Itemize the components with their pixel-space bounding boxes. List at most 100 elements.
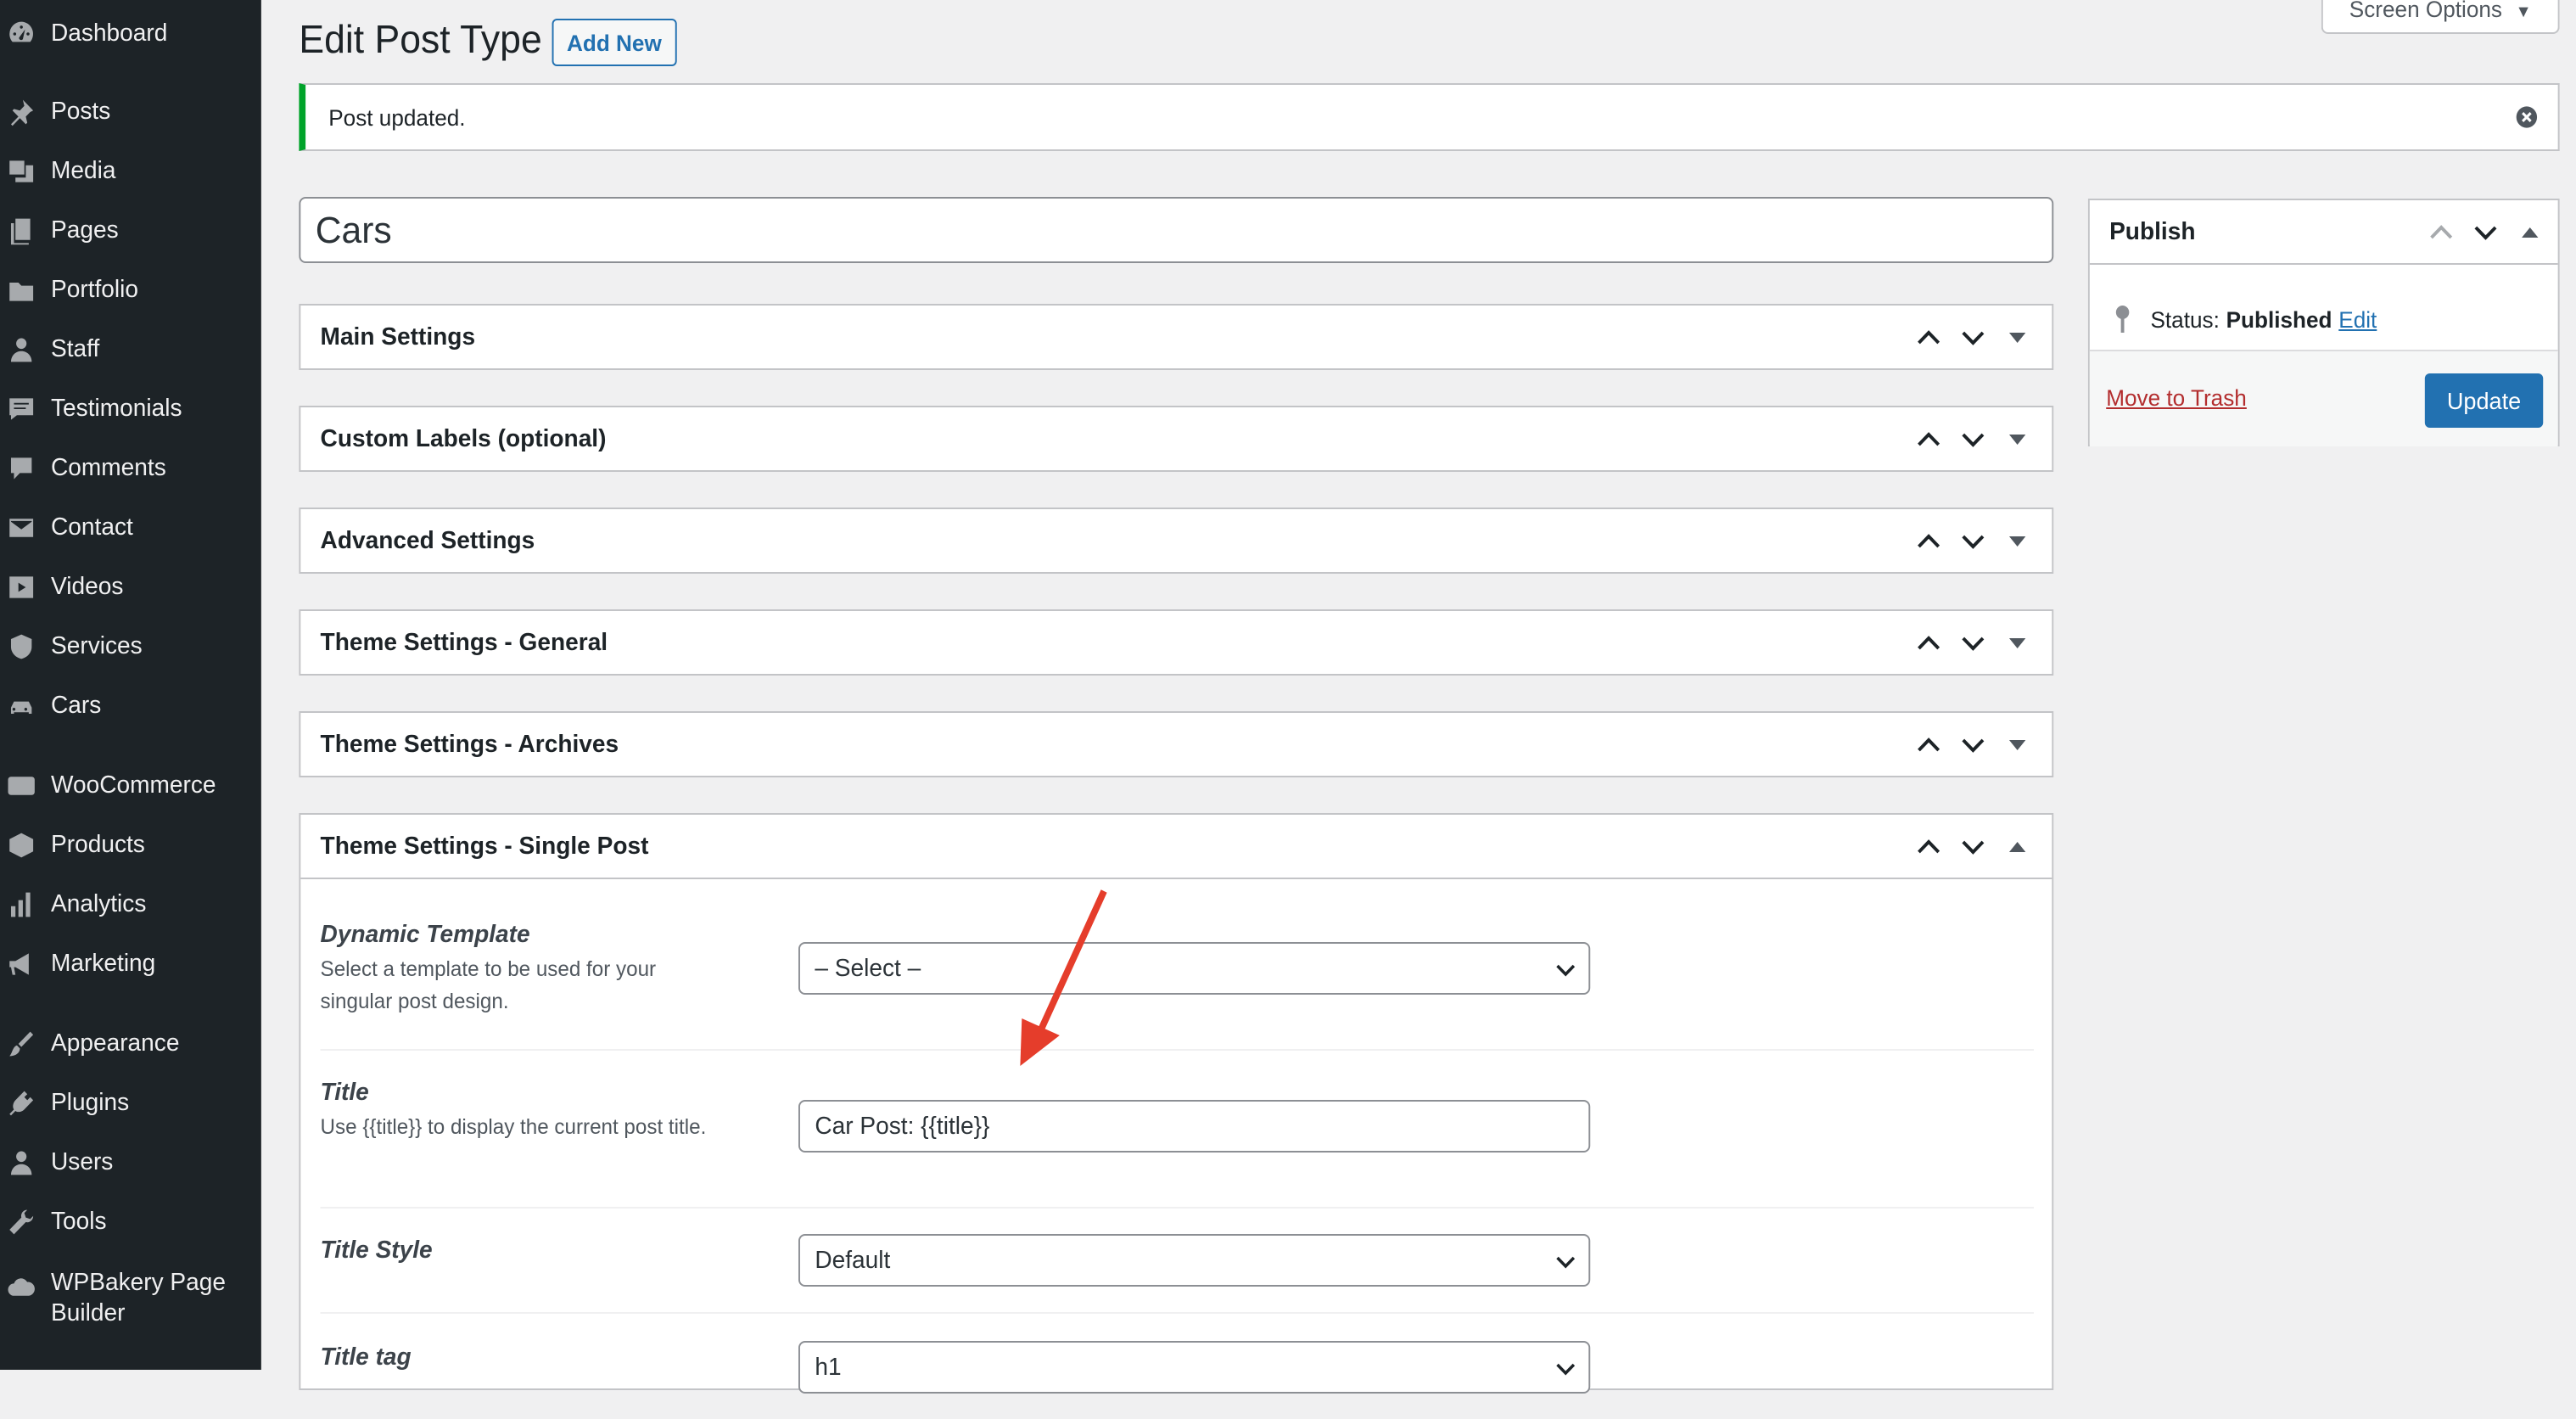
move-up-icon[interactable] xyxy=(2418,209,2462,255)
move-up-icon[interactable] xyxy=(1906,518,1950,564)
toggle-panel-icon[interactable] xyxy=(1995,416,2039,462)
move-up-icon[interactable] xyxy=(1906,721,1950,767)
publish-title[interactable]: Publish xyxy=(2109,200,2195,263)
sidebar-item-label: Analytics xyxy=(51,890,147,917)
sidebar-item-woocommerce[interactable]: WooCommerce xyxy=(0,755,261,815)
sidebar-item-dashboard[interactable]: Dashboard xyxy=(0,3,261,63)
sidebar-item-marketing[interactable]: Marketing xyxy=(0,934,261,993)
dynamic-template-select[interactable]: – Select – xyxy=(798,942,1591,995)
screen-options-toggle[interactable]: Screen Options ▼ xyxy=(2321,0,2560,34)
pages-icon xyxy=(7,215,36,245)
success-notice: Post updated. xyxy=(299,83,2560,151)
title-format-input[interactable]: Car Post: {{title}} xyxy=(798,1100,1591,1153)
products-icon xyxy=(7,829,36,860)
metabox-theme-archives: Theme Settings - Archives xyxy=(299,711,2054,777)
move-down-icon[interactable] xyxy=(2462,209,2506,255)
toggle-panel-icon[interactable] xyxy=(1995,518,2039,564)
metabox-title[interactable]: Main Settings xyxy=(321,306,476,368)
sidebar-item-posts[interactable]: Posts xyxy=(0,81,261,141)
move-up-icon[interactable] xyxy=(1906,620,1950,665)
sidebar-item-label: Users xyxy=(51,1148,114,1175)
status-value: Published xyxy=(2226,306,2332,332)
field-label: Title tag xyxy=(320,1344,412,1371)
metabox-title[interactable]: Advanced Settings xyxy=(321,509,535,572)
sidebar-item-staff[interactable]: Staff xyxy=(0,319,261,379)
move-to-trash-link[interactable]: Move to Trash xyxy=(2106,385,2247,411)
metabox-theme-single-post: Theme Settings - Single Post Dynamic Tem… xyxy=(299,813,2054,1394)
pin-icon xyxy=(2115,306,2130,333)
sidebar-item-label: Plugins xyxy=(51,1089,130,1116)
sidebar-item-label: Posts xyxy=(51,98,111,125)
toggle-panel-icon[interactable] xyxy=(1995,823,2039,869)
sidebar-item-wpbakery[interactable]: WPBakery Page Builder xyxy=(0,1268,261,1336)
sidebar-item-media[interactable]: Media xyxy=(0,141,261,200)
sidebar-item-comments[interactable]: Comments xyxy=(0,438,261,497)
edit-status-link[interactable]: Edit xyxy=(2338,306,2377,332)
title-tag-select[interactable]: h1 xyxy=(798,1341,1591,1394)
move-up-icon[interactable] xyxy=(1906,416,1950,462)
move-down-icon[interactable] xyxy=(1950,416,1994,462)
sidebar-item-portfolio[interactable]: Portfolio xyxy=(0,260,261,319)
post-title-input[interactable]: Cars xyxy=(299,197,2054,263)
sidebar-item-label: WPBakery Page Builder xyxy=(51,1270,227,1327)
toggle-panel-icon[interactable] xyxy=(1995,721,2039,767)
testimonials-icon xyxy=(7,393,36,423)
sidebar-item-services[interactable]: Services xyxy=(0,616,261,676)
sidebar-item-videos[interactable]: Videos xyxy=(0,557,261,616)
update-button[interactable]: Update xyxy=(2424,373,2544,428)
move-up-icon[interactable] xyxy=(1906,823,1950,869)
sidebar-item-label: Appearance xyxy=(51,1029,180,1057)
staff-icon xyxy=(7,334,36,364)
sidebar-item-label: Products xyxy=(51,831,145,858)
sidebar-item-users[interactable]: Users xyxy=(0,1132,261,1192)
field-dynamic-template: Dynamic Template Select a template to be… xyxy=(320,922,2035,1051)
notice-message: Post updated. xyxy=(328,104,466,130)
move-up-icon[interactable] xyxy=(1906,314,1950,360)
post-status: Status: Published Edit xyxy=(2113,304,2377,334)
wrench-icon xyxy=(7,1206,36,1237)
toggle-panel-icon[interactable] xyxy=(2507,209,2551,255)
sidebar-item-testimonials[interactable]: Testimonials xyxy=(0,379,261,438)
publishing-actions: Move to Trash Update xyxy=(2089,350,2558,446)
sidebar-item-label: Media xyxy=(51,157,116,184)
move-down-icon[interactable] xyxy=(1950,314,1994,360)
add-new-button[interactable]: Add New xyxy=(552,19,677,66)
move-down-icon[interactable] xyxy=(1950,620,1994,665)
sidebar-item-appearance[interactable]: Appearance xyxy=(0,1013,261,1073)
status-label: Status: xyxy=(2150,306,2220,332)
sidebar-item-label: WooCommerce xyxy=(51,771,216,799)
publish-metabox: Publish Status: Published Edit Move to T… xyxy=(2087,199,2560,446)
woocommerce-icon xyxy=(7,770,36,800)
move-down-icon[interactable] xyxy=(1950,721,1994,767)
megaphone-icon xyxy=(7,948,36,979)
metabox-title[interactable]: Theme Settings - General xyxy=(321,611,608,674)
sidebar-item-contact[interactable]: Contact xyxy=(0,497,261,557)
portfolio-icon xyxy=(7,274,36,305)
sidebar-item-plugins[interactable]: Plugins xyxy=(0,1073,261,1132)
sidebar-item-label: Contact xyxy=(51,513,133,541)
dismiss-icon[interactable] xyxy=(2515,105,2538,129)
sidebar-item-tools[interactable]: Tools xyxy=(0,1192,261,1251)
toggle-panel-icon[interactable] xyxy=(1995,620,2039,665)
page-title: Edit Post Type xyxy=(299,17,542,61)
envelope-icon xyxy=(7,512,36,542)
metabox-title[interactable]: Theme Settings - Single Post xyxy=(321,815,649,878)
field-label: Title xyxy=(320,1080,369,1107)
toggle-panel-icon[interactable] xyxy=(1995,314,2039,360)
sidebar-item-label: Portfolio xyxy=(51,276,139,303)
sidebar-item-analytics[interactable]: Analytics xyxy=(0,874,261,934)
paintbrush-icon xyxy=(7,1028,36,1058)
sidebar-item-cars[interactable]: Cars xyxy=(0,676,261,735)
metabox-header: Theme Settings - Single Post xyxy=(300,815,2052,879)
metabox-title[interactable]: Theme Settings - Archives xyxy=(321,713,619,776)
field-label: Title Style xyxy=(320,1237,433,1265)
move-down-icon[interactable] xyxy=(1950,823,1994,869)
sidebar-item-products[interactable]: Products xyxy=(0,815,261,874)
move-down-icon[interactable] xyxy=(1950,518,1994,564)
title-style-select[interactable]: Default xyxy=(798,1234,1591,1287)
sidebar-item-pages[interactable]: Pages xyxy=(0,200,261,260)
metabox-title[interactable]: Custom Labels (optional) xyxy=(321,407,607,470)
select-value: – Select – xyxy=(815,955,921,982)
sidebar-item-label: Services xyxy=(51,632,143,659)
sidebar-item-label: Pages xyxy=(51,216,119,244)
